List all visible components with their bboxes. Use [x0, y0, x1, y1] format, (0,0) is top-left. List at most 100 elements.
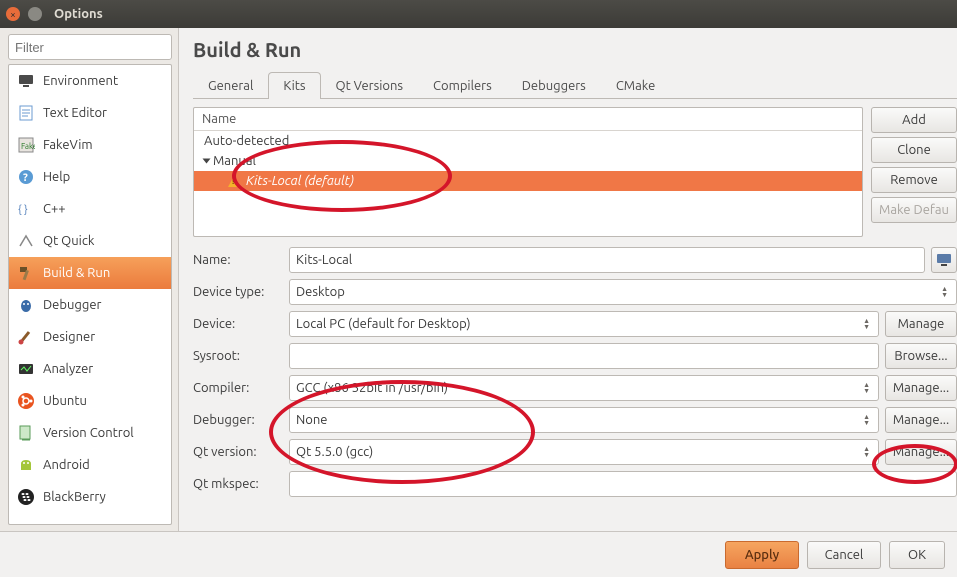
tree-group-manual[interactable]: Manual	[194, 151, 862, 171]
sidebar-item-ubuntu[interactable]: Ubuntu	[9, 385, 171, 417]
spinner-icon: ▲▼	[863, 318, 872, 330]
sidebar-item-label: Text Editor	[43, 106, 107, 120]
sidebar-item-designer[interactable]: Designer	[9, 321, 171, 353]
sidebar-item-label: Android	[43, 458, 90, 472]
window-close-icon[interactable]: ×	[6, 7, 20, 21]
expand-icon	[203, 159, 211, 164]
tab-cmake[interactable]: CMake	[601, 72, 670, 99]
tab-general[interactable]: General	[193, 72, 268, 99]
sidebar-item-cpp[interactable]: { } C++	[9, 193, 171, 225]
sidebar-item-vcs[interactable]: Version Control	[9, 417, 171, 449]
tree-group-auto[interactable]: Auto-detected	[194, 131, 862, 151]
kit-action-buttons: Add Clone Remove Make Defau	[871, 107, 957, 237]
blackberry-icon	[17, 488, 35, 506]
kit-icon-button[interactable]	[931, 247, 957, 273]
cancel-button[interactable]: Cancel	[807, 541, 881, 569]
sidebar-item-label: C++	[43, 202, 66, 216]
spinner-icon: ▲▼	[863, 446, 872, 458]
sidebar-item-label: Qt Quick	[43, 234, 94, 248]
window-title: Options	[54, 7, 103, 21]
sidebar-item-buildrun[interactable]: Build & Run	[9, 257, 171, 289]
ok-button[interactable]: OK	[889, 541, 945, 569]
sidebar-item-label: FakeVim	[43, 138, 93, 152]
tree-kit-selected[interactable]: Kits-Local (default)	[194, 171, 862, 191]
tab-kits[interactable]: Kits	[268, 72, 320, 99]
sidebar-item-help[interactable]: ? Help	[9, 161, 171, 193]
sidebar-item-label: Ubuntu	[43, 394, 87, 408]
warning-icon	[228, 176, 240, 187]
cpp-icon: { }	[17, 200, 35, 218]
filter-input[interactable]	[8, 34, 172, 60]
spinner-icon: ▲▼	[941, 286, 950, 298]
ubuntu-icon	[17, 392, 35, 410]
sidebar-item-environment[interactable]: Environment	[9, 65, 171, 97]
qtversion-label: Qt version:	[193, 445, 283, 459]
debugger-manage-button[interactable]: Manage...	[885, 407, 957, 433]
name-label: Name:	[193, 253, 283, 267]
main-panel: Build & Run General Kits Qt Versions Com…	[179, 28, 957, 531]
tab-debuggers[interactable]: Debuggers	[507, 72, 601, 99]
debugger-label: Debugger:	[193, 413, 283, 427]
add-button[interactable]: Add	[871, 107, 957, 133]
brush-icon	[17, 328, 35, 346]
desktop-icon	[936, 253, 952, 267]
devicetype-label: Device type:	[193, 285, 283, 299]
sidebar-item-blackberry[interactable]: BlackBerry	[9, 481, 171, 513]
compiler-select[interactable]: GCC (x86 32bit in /usr/bin)▲▼	[289, 375, 879, 401]
sidebar-item-fakevim[interactable]: Fake FakeVim	[9, 129, 171, 161]
qtversion-select[interactable]: Qt 5.5.0 (gcc)▲▼	[289, 439, 879, 465]
name-input[interactable]: Kits-Local	[289, 247, 925, 273]
kit-form: Name: Kits-Local Device type: Desktop▲▼ …	[193, 247, 957, 503]
spinner-icon: ▲▼	[863, 382, 872, 394]
tab-qtversions[interactable]: Qt Versions	[321, 72, 419, 99]
hammer-icon	[17, 264, 35, 282]
sidebar-item-debugger[interactable]: Debugger	[9, 289, 171, 321]
category-list: Environment Text Editor Fake FakeVim ? Hel…	[8, 64, 172, 525]
help-icon: ?	[17, 168, 35, 186]
svg-text:{ }: { }	[18, 204, 28, 216]
sysroot-browse-button[interactable]: Browse...	[885, 343, 957, 369]
sidebar-item-label: Build & Run	[43, 266, 110, 280]
window-titlebar: × Options	[0, 0, 957, 28]
debugger-select[interactable]: None▲▼	[289, 407, 879, 433]
svg-text:?: ?	[23, 172, 28, 184]
sidebar-item-label: Version Control	[43, 426, 134, 440]
sidebar-item-qtquick[interactable]: Qt Quick	[9, 225, 171, 257]
makedefault-button[interactable]: Make Defau	[871, 197, 957, 223]
sidebar-item-android[interactable]: Android	[9, 449, 171, 481]
sidebar-item-label: Environment	[43, 74, 118, 88]
sidebar-item-label: Help	[43, 170, 70, 184]
mkspec-label: Qt mkspec:	[193, 477, 283, 491]
kits-tree[interactable]: Name Auto-detected Manual Kits-Local (de…	[193, 107, 863, 237]
sidebar-item-label: Analyzer	[43, 362, 93, 376]
sysroot-label: Sysroot:	[193, 349, 283, 363]
window-minimize-icon[interactable]	[28, 7, 42, 21]
device-select[interactable]: Local PC (default for Desktop)▲▼	[289, 311, 879, 337]
fakevim-icon: Fake	[17, 136, 35, 154]
vcs-icon	[17, 424, 35, 442]
android-icon	[17, 456, 35, 474]
qtquick-icon	[17, 232, 35, 250]
device-manage-button[interactable]: Manage	[885, 311, 957, 337]
monitor-icon	[17, 72, 35, 90]
bug-icon	[17, 296, 35, 314]
svg-text:Fake: Fake	[21, 142, 35, 151]
tabbar: General Kits Qt Versions Compilers Debug…	[193, 71, 957, 99]
dialog-footer: Apply Cancel OK	[0, 531, 957, 577]
devicetype-select[interactable]: Desktop▲▼	[289, 279, 957, 305]
sysroot-input[interactable]	[289, 343, 879, 369]
clone-button[interactable]: Clone	[871, 137, 957, 163]
apply-button[interactable]: Apply	[725, 541, 799, 569]
qtversion-manage-button[interactable]: Manage...	[885, 439, 957, 465]
analyzer-icon	[17, 360, 35, 378]
device-label: Device:	[193, 317, 283, 331]
remove-button[interactable]: Remove	[871, 167, 957, 193]
page-title: Build & Run	[193, 38, 957, 61]
sidebar-item-label: Designer	[43, 330, 95, 344]
tab-compilers[interactable]: Compilers	[418, 72, 507, 99]
sidebar-item-analyzer[interactable]: Analyzer	[9, 353, 171, 385]
sidebar-item-texteditor[interactable]: Text Editor	[9, 97, 171, 129]
mkspec-input[interactable]	[289, 471, 957, 497]
sidebar-item-label: Debugger	[43, 298, 101, 312]
compiler-manage-button[interactable]: Manage...	[885, 375, 957, 401]
